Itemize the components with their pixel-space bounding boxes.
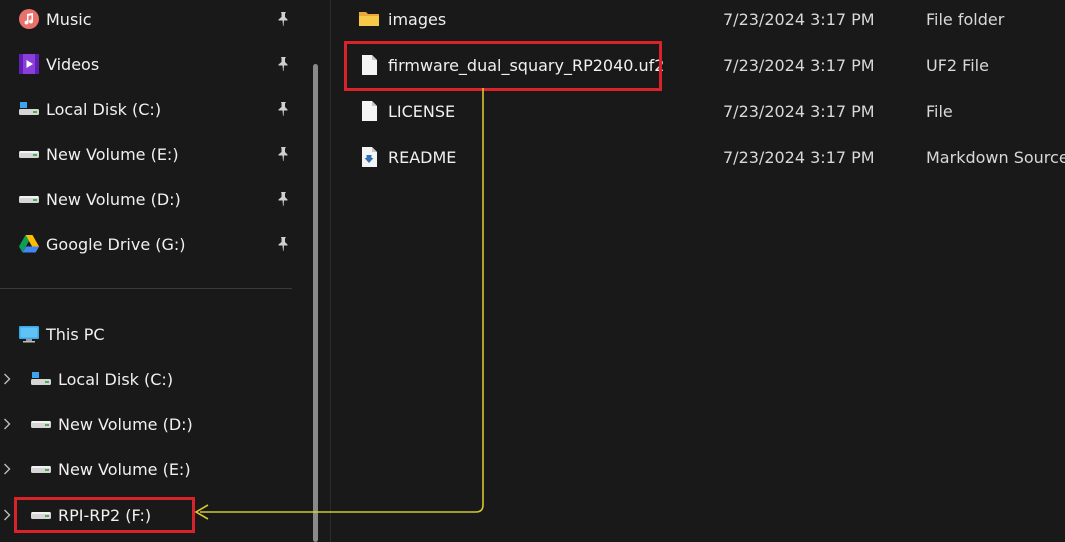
highlight-rpi-rp2-drive [14,497,195,533]
drive-icon [18,143,40,165]
pin-icon[interactable] [274,145,292,163]
quick-access-new-volume-e[interactable]: New Volume (E:) [18,140,308,168]
file-name: images [388,10,447,29]
tree-item-label: New Volume (D:) [58,414,193,434]
quick-access-new-volume-d[interactable]: New Volume (D:) [18,185,308,213]
quick-access-label: Google Drive (G:) [46,234,186,254]
quick-access-label: New Volume (D:) [46,189,181,209]
tree-item-label: This PC [46,324,105,344]
quick-access-label: Videos [46,54,100,74]
file-row-license[interactable]: LICENSE 7/23/2024 3:17 PM File [350,96,1065,126]
file-date-modified: 7/23/2024 3:17 PM [723,102,875,121]
file-date-modified: 7/23/2024 3:17 PM [723,148,875,167]
file-type: UF2 File [926,56,989,75]
file-date-modified: 7/23/2024 3:17 PM [723,10,875,29]
pin-icon[interactable] [274,100,292,118]
quick-access-music[interactable]: Music [18,5,308,33]
quick-access-videos[interactable]: Videos [18,50,308,78]
quick-access-label: Local Disk (C:) [46,99,162,119]
chevron-right-icon[interactable] [2,507,12,523]
videos-icon [18,53,40,75]
highlight-firmware-file [344,41,662,91]
sidebar-scrollbar[interactable] [313,64,318,542]
pin-icon[interactable] [274,55,292,73]
tree-item-label: Local Disk (C:) [58,369,174,389]
pin-icon[interactable] [274,10,292,28]
chevron-right-icon[interactable] [2,371,12,387]
pin-icon[interactable] [274,235,292,253]
file-date-modified: 7/23/2024 3:17 PM [723,56,875,75]
quick-access-local-disk-c[interactable]: Local Disk (C:) [18,95,308,123]
file-type: File folder [926,10,1005,29]
local-disk-icon [18,98,40,120]
tree-item-new-volume-e[interactable]: New Volume (E:) [30,455,191,483]
file-type: Markdown Source [926,148,1065,167]
drive-icon [18,188,40,210]
music-icon [18,8,40,30]
file-name: LICENSE [388,102,456,121]
markdown-file-icon [358,146,380,168]
file-icon [358,100,380,122]
navigation-pane: Music Videos Local Disk (C:) New Volume … [0,0,331,542]
chevron-right-icon[interactable] [2,416,12,432]
local-disk-icon [30,368,52,390]
quick-access-google-drive-g[interactable]: Google Drive (G:) [18,230,308,258]
quick-access-label: New Volume (E:) [46,144,179,164]
file-name: README [388,148,457,167]
drive-icon [30,458,52,480]
tree-item-label: New Volume (E:) [58,459,191,479]
tree-item-new-volume-d[interactable]: New Volume (D:) [30,410,193,438]
section-divider [0,288,292,289]
tree-item-local-disk-c[interactable]: Local Disk (C:) [30,365,173,393]
folder-icon [358,8,380,30]
tree-item-this-pc[interactable]: This PC [18,320,105,348]
file-row-images[interactable]: images 7/23/2024 3:17 PM File folder [350,4,1065,34]
pin-icon[interactable] [274,190,292,208]
file-type: File [926,102,953,121]
quick-access-label: Music [46,9,92,29]
computer-icon [18,323,40,345]
chevron-right-icon[interactable] [2,461,12,477]
google-drive-icon [18,233,40,255]
file-row-readme[interactable]: README 7/23/2024 3:17 PM Markdown Source [350,142,1065,172]
drive-icon [30,413,52,435]
